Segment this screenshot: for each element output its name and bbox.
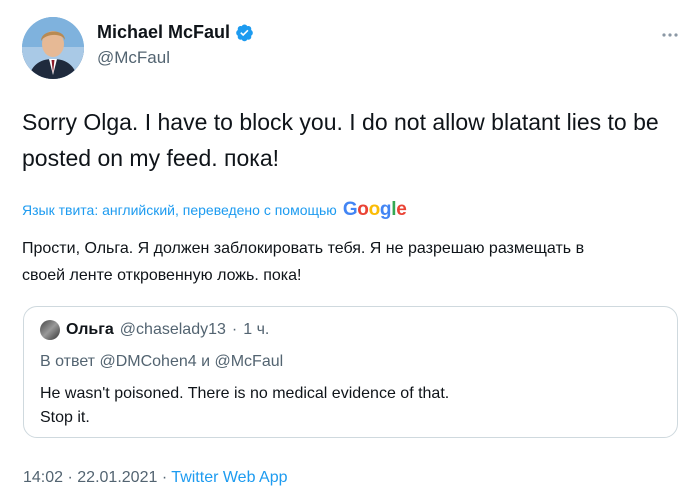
tweet-text-line: posted on my feed. пока! [22, 145, 280, 171]
quoted-author-avatar[interactable] [40, 320, 60, 340]
reply-mention-2[interactable]: @McFaul [214, 353, 283, 370]
translated-text-line: Прости, Ольга. Я должен заблокировать те… [22, 240, 585, 257]
translation-note-text[interactable]: Язык твита: английский, переведено с пом… [22, 202, 337, 218]
author-name[interactable]: Michael McFaul [97, 22, 230, 43]
quoted-tweet-line: Stop it. [40, 409, 90, 426]
google-logo: Google [342, 199, 407, 220]
reply-mention-1[interactable]: @DMCohen4 [99, 353, 196, 370]
reply-prefix: В ответ [40, 353, 96, 370]
translated-text-line: своей ленте откровенную ложь. пока! [22, 267, 302, 284]
author-avatar[interactable] [22, 17, 84, 79]
tweet-metadata: 14:02 · 22.01.2021 · Twitter Web App [23, 469, 288, 487]
separator-dot: · [67, 469, 73, 486]
quoted-tweet[interactable]: Ольга @chaselady13 · 1 ч. В ответ @DMCoh… [23, 306, 678, 438]
quoted-author-handle[interactable]: @chaselady13 [120, 321, 226, 339]
tweet-source-app[interactable]: Twitter Web App [171, 469, 287, 486]
quoted-tweet-text: He wasn't poisoned. There is no medical … [40, 382, 449, 430]
author-handle[interactable]: @McFaul [97, 48, 170, 68]
quoted-tweet-header: Ольга @chaselady13 · 1 ч. [40, 320, 269, 340]
author-name-row[interactable]: Michael McFaul [97, 22, 254, 43]
tweet-text: Sorry Olga. I have to block you. I do no… [22, 104, 682, 176]
quoted-author-name[interactable]: Ольга [66, 321, 114, 339]
separator-dot: · [231, 321, 238, 338]
quoted-tweet-time[interactable]: 1 ч. [243, 321, 269, 339]
more-options-icon[interactable] [658, 26, 682, 44]
quoted-tweet-line: He wasn't poisoned. There is no medical … [40, 385, 450, 402]
separator-dot: · [161, 469, 168, 486]
reply-conjunction: и [201, 353, 211, 370]
tweet-date[interactable]: 22.01.2021 [77, 469, 157, 486]
verified-badge-icon [235, 23, 254, 42]
reply-context: В ответ @DMCohen4 и @McFaul [40, 353, 283, 371]
tweet-text-line: Sorry Olga. I have to block you. I do no… [22, 109, 659, 135]
translation-note[interactable]: Язык твита: английский, переведено с пом… [22, 199, 407, 221]
tweet-time[interactable]: 14:02 [23, 469, 63, 486]
translated-text: Прости, Ольга. Я должен заблокировать те… [22, 235, 682, 289]
